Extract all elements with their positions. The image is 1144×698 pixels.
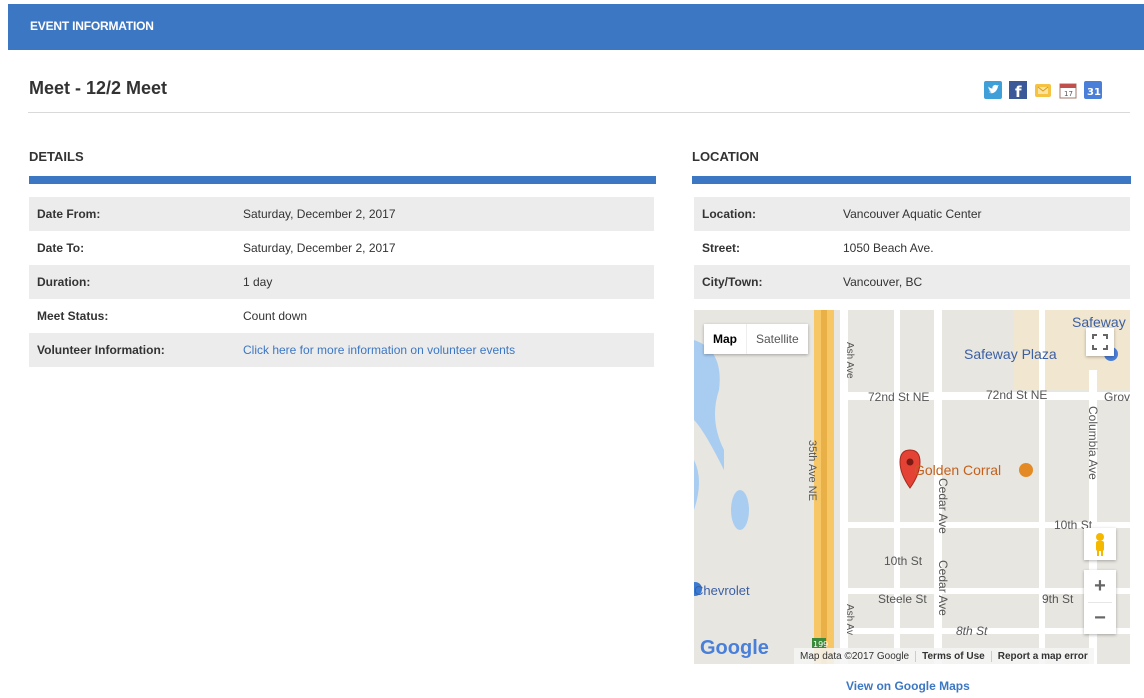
google-calendar-icon-text: 31 — [1087, 87, 1101, 98]
map-label: Cedar Ave — [936, 478, 950, 534]
highway-median — [821, 310, 827, 664]
table-row: Duration: 1 day — [29, 265, 654, 299]
report-map-error-link[interactable]: Report a map error — [990, 650, 1094, 662]
title-divider — [28, 112, 1130, 113]
row-value: Vancouver Aquatic Center — [835, 197, 1130, 231]
table-row: Date To: Saturday, December 2, 2017 — [29, 231, 654, 265]
facebook-icon[interactable]: f — [1009, 80, 1027, 100]
map-label: Cedar Ave — [936, 560, 950, 616]
map-data-text: Map data ©2017 Google — [800, 650, 910, 662]
map-canvas: 199 — [694, 310, 1130, 664]
table-row: Volunteer Information: Click here for mo… — [29, 333, 654, 367]
table-row: City/Town: Vancouver, BC — [694, 265, 1130, 299]
pegman-icon — [1096, 533, 1104, 556]
row-value: 1 day — [235, 265, 654, 299]
map-type-satellite-button[interactable]: Satellite — [747, 324, 808, 354]
view-on-google-maps-link[interactable]: View on Google Maps — [846, 679, 970, 693]
terms-of-use-link[interactable]: Terms of Use — [915, 650, 991, 662]
row-label: Volunteer Information: — [29, 333, 235, 367]
row-label: Meet Status: — [37, 309, 109, 323]
pond — [731, 490, 749, 530]
row-value: Count down — [243, 309, 308, 323]
outlook-icon[interactable] — [1034, 80, 1054, 100]
row-label: Duration: — [29, 265, 235, 299]
ical-icon[interactable]: 17 — [1058, 80, 1078, 100]
table-row: Date From: Saturday, December 2, 2017 — [29, 197, 654, 231]
details-bar — [29, 176, 656, 184]
table-row: Meet Status: Count down — [29, 299, 654, 333]
row-value: Saturday, December 2, 2017 — [235, 197, 654, 231]
map-label: Chevrolet — [694, 583, 750, 598]
map-label: 72nd St NE — [868, 390, 930, 404]
map-type-map-button[interactable]: Map — [704, 324, 747, 354]
map-label: Columbia Ave — [1086, 406, 1100, 480]
header-title: EVENT INFORMATION — [30, 19, 154, 33]
zoom-control: + − — [1084, 570, 1116, 634]
zoom-in-button[interactable]: + — [1088, 570, 1112, 603]
map-attribution: Map data ©2017 Google Terms of Use Repor… — [794, 648, 1094, 664]
map-label: Grov — [1104, 390, 1130, 404]
row-label: Street: — [702, 241, 741, 255]
row-value: Vancouver, BC — [835, 265, 1130, 299]
details-heading: DETAILS — [29, 149, 84, 164]
fullscreen-icon — [1092, 334, 1108, 350]
map-label: 8th St — [956, 624, 988, 638]
details-table: Date From: Saturday, December 2, 2017 Da… — [29, 197, 654, 367]
row-value: 1050 Beach Ave. — [843, 241, 934, 255]
row-value: Saturday, December 2, 2017 — [243, 241, 396, 255]
row-label: Date From: — [29, 197, 235, 231]
map-label: 35th Ave NE — [806, 440, 818, 501]
svg-text:f: f — [1015, 83, 1022, 99]
map-label: Safeway Plaza — [964, 346, 1057, 362]
table-row: Street: 1050 Beach Ave. — [694, 231, 1130, 265]
twitter-icon[interactable] — [984, 80, 1002, 100]
map-label: 9th St — [1042, 592, 1074, 606]
location-map[interactable]: 199 Safeway Plaza Safeway Ash Ave 72nd S… — [694, 310, 1130, 664]
google-calendar-icon[interactable]: 31 — [1084, 80, 1102, 100]
location-table: Location: Vancouver Aquatic Center Stree… — [694, 197, 1130, 299]
row-label: Date To: — [37, 241, 85, 255]
fullscreen-button[interactable] — [1086, 328, 1114, 356]
table-row: Location: Vancouver Aquatic Center — [694, 197, 1130, 231]
map-label: 72nd St NE — [986, 388, 1048, 402]
location-bar — [692, 176, 1131, 184]
event-title: Meet - 12/2 Meet — [29, 78, 168, 98]
location-heading: LOCATION — [692, 149, 759, 164]
map-label: 10th St — [884, 554, 923, 568]
map-label: Golden Corral — [914, 462, 1002, 478]
row-label: Location: — [694, 197, 835, 231]
map-label: Ash Ave — [844, 342, 855, 379]
svg-text:17: 17 — [1064, 90, 1073, 98]
event-info-header: EVENT INFORMATION — [8, 4, 1144, 50]
road — [1039, 310, 1045, 664]
map-type-control: Map Satellite — [704, 324, 808, 354]
volunteer-info-link[interactable]: Click here for more information on volun… — [243, 343, 515, 357]
map-label: Steele St — [878, 592, 927, 606]
map-label: Ash Av — [844, 604, 855, 635]
zoom-out-button[interactable]: − — [1088, 603, 1112, 634]
road — [894, 310, 900, 664]
pin-dot — [906, 458, 914, 466]
street-view-pegman[interactable] — [1084, 528, 1116, 560]
restaurant-icon — [1019, 463, 1033, 477]
row-label: City/Town: — [694, 265, 835, 299]
google-logo[interactable]: Google — [700, 637, 769, 660]
